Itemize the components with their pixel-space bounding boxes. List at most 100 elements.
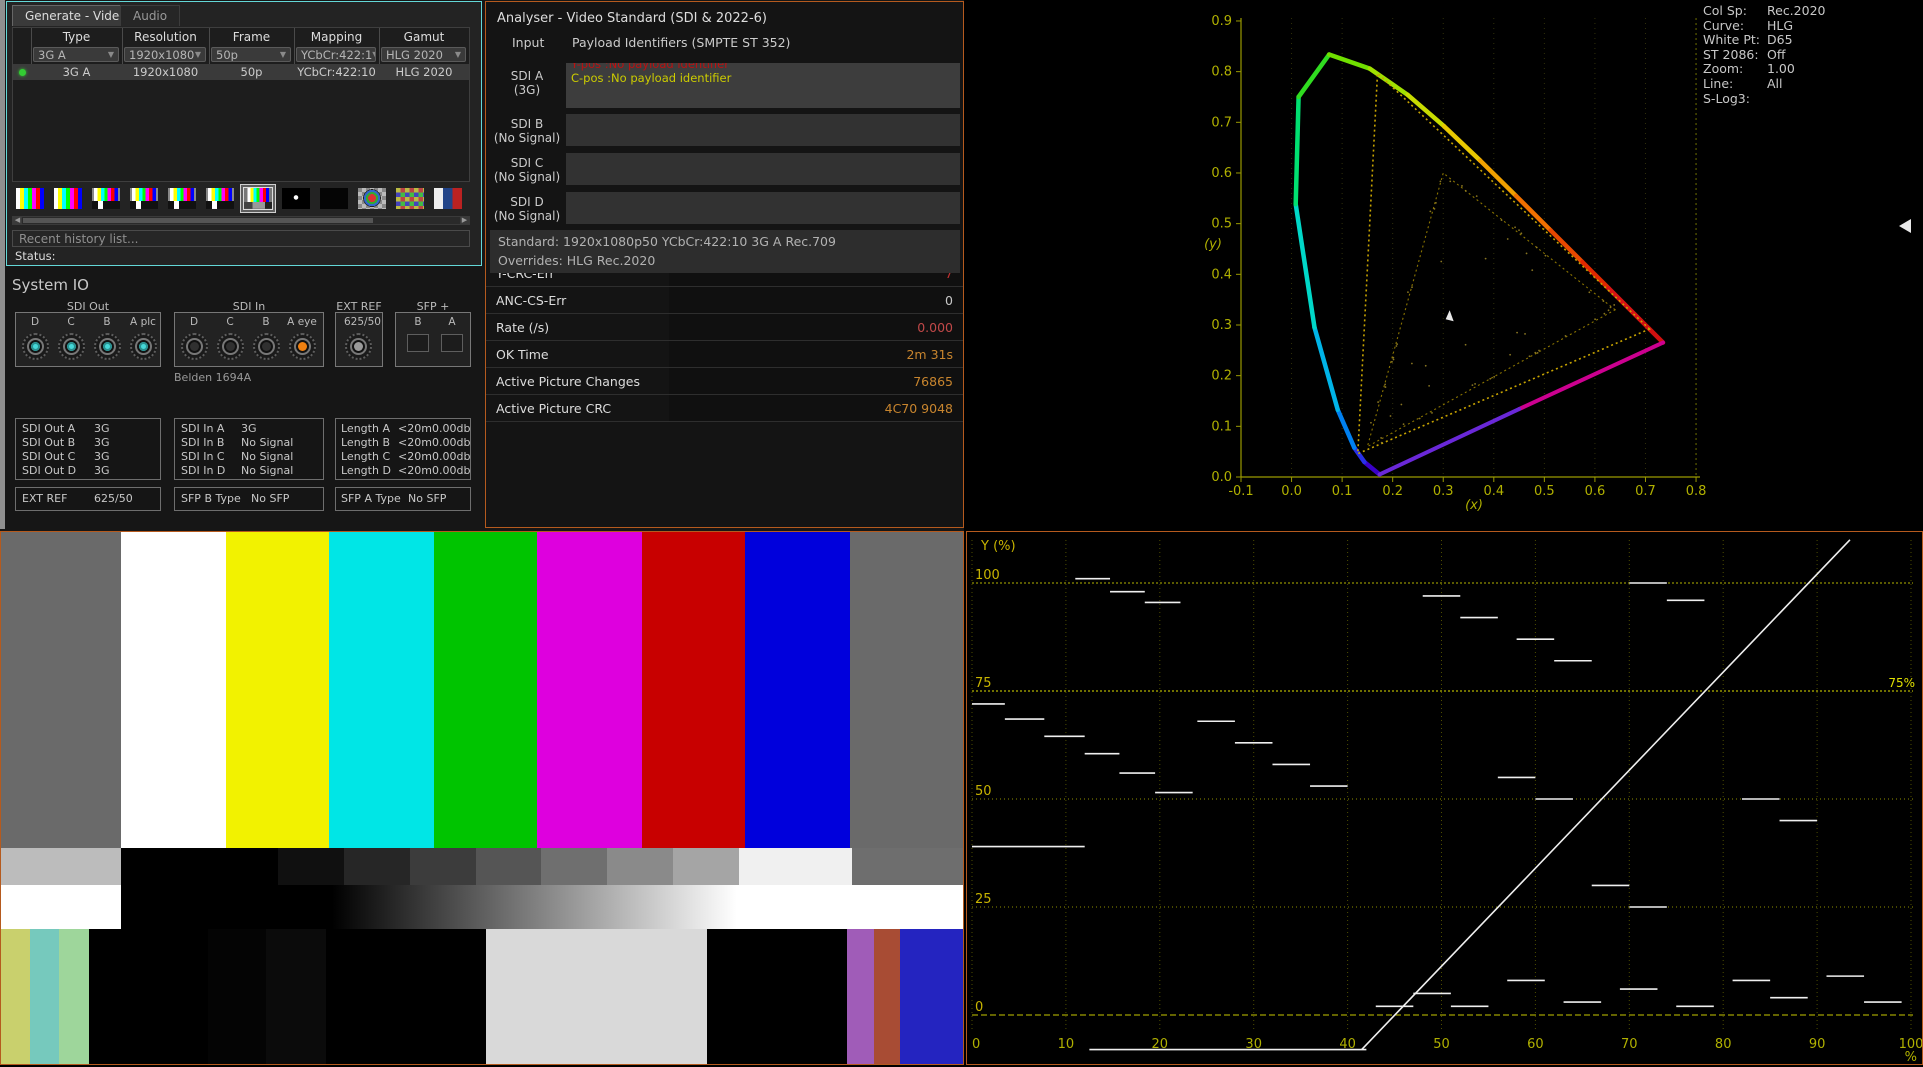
x-tick-label: 0.8: [1686, 484, 1707, 499]
wfm-x-tick-label: 0: [972, 1037, 980, 1052]
x-tick-label: 0.6: [1585, 484, 1606, 499]
bnc-sdi-out-B: [94, 333, 121, 360]
pattern-thumb-slot: [51, 185, 85, 212]
pattern-bar: [707, 929, 848, 1064]
pattern-thumbnail-black[interactable]: [320, 188, 348, 209]
cie-info-col-sp-: Col Sp:Rec.2020: [1703, 4, 1825, 19]
cie-info-white-pt-: White Pt:D65: [1703, 33, 1825, 48]
chroma-dot: [1520, 232, 1522, 234]
picture-tile-colour-bars: [0, 531, 964, 1065]
spectral-locus-segment: [1444, 126, 1480, 160]
stat-row-ok-time: OK Time2m 31s: [486, 341, 963, 368]
chroma-dot: [1385, 386, 1387, 388]
pattern-thumbnail-colour-bars-lower-third-1[interactable]: [92, 188, 120, 209]
chroma-dot: [1370, 422, 1372, 424]
chroma-dot: [1509, 354, 1511, 356]
filter-dropdown-frame[interactable]: 50p▼: [211, 47, 291, 62]
sdi-in-port-label: B: [251, 316, 281, 328]
y-tick-label: 0.0: [1211, 470, 1232, 485]
pattern-thumbnail-colour-bars-100[interactable]: [16, 188, 44, 209]
system-io-title: System IO: [12, 276, 89, 294]
pattern-thumbnail-colour-bars-lower-third-3[interactable]: [168, 188, 196, 209]
cie-info-zoom-: Zoom:1.00: [1703, 62, 1825, 77]
chevron-down-icon: ▼: [455, 50, 461, 59]
chroma-dot: [1603, 313, 1605, 315]
pattern-bar: [59, 929, 89, 1064]
pattern-thumb-slot: [165, 185, 199, 212]
pattern-ramp: [332, 885, 737, 929]
bnc-sdi-in-D: [181, 333, 208, 360]
recent-history-dropdown[interactable]: Recent history list...: [12, 230, 470, 247]
sfp-slot-A: [441, 334, 463, 352]
scroll-right-icon[interactable]: ▶: [460, 217, 469, 224]
rec2020-triangle: [1358, 73, 1650, 454]
chroma-dot: [1391, 361, 1393, 363]
pattern-scrollbar[interactable]: ◀ ▶: [12, 216, 470, 225]
pattern-thumbnail-colour-bars-lower-third-2[interactable]: [130, 188, 158, 209]
scroll-left-icon[interactable]: ◀: [13, 217, 22, 224]
wfm-title: Y (%): [980, 539, 1016, 554]
pattern-thumb-slot: [13, 185, 47, 212]
stat-row-valuecell: 2m 31s: [669, 341, 963, 367]
pattern-thumbnail-colour-checker[interactable]: [396, 188, 424, 209]
dropdown-value: YCbCr:422:1: [301, 48, 372, 62]
length-db: 0.00db: [432, 450, 470, 463]
pattern-thumbnail-vertical-stripes[interactable]: [434, 188, 462, 209]
tab-audio[interactable]: Audio: [120, 5, 180, 26]
sfp-a-label: SFP A Type: [341, 492, 401, 505]
chroma-dot: [1396, 343, 1398, 345]
chroma-dot: [1493, 376, 1495, 378]
pattern-thumb-slot: [355, 185, 389, 212]
spectral-locus-segment: [1582, 262, 1608, 288]
chroma-dot: [1485, 258, 1487, 260]
filter-dropdown-mapping[interactable]: YCbCr:422:1▼: [296, 47, 376, 62]
stat-row-valuecell: 76865: [669, 368, 963, 394]
x-tick-label: 0.2: [1382, 484, 1403, 499]
y-tick-label: 0.1: [1211, 419, 1232, 434]
chroma-dot: [1393, 359, 1395, 361]
pattern-bar: [852, 848, 963, 885]
length-db: 0.00db: [432, 422, 470, 435]
filter-dropdown-gamut[interactable]: HLG 2020▼: [381, 47, 466, 62]
cie-info-value: Rec.2020: [1767, 4, 1825, 19]
sdi-input-name: SDI A: [488, 69, 566, 83]
cie-info-label: White Pt:: [1703, 33, 1767, 48]
row-cell: 3G A: [31, 64, 122, 80]
wfm-x-tick-label: 50: [1433, 1037, 1450, 1052]
column-header-frame: Frame: [209, 29, 294, 45]
sdi-out-status: SDI Out A: [22, 422, 75, 435]
cie-info-s-log3-: S-Log3:: [1703, 92, 1825, 107]
pattern-thumbnail-test-card[interactable]: [358, 188, 386, 209]
chroma-dot: [1534, 352, 1536, 354]
pattern-thumb-slot: [241, 185, 275, 212]
chroma-dot: [1431, 412, 1433, 414]
chroma-dot: [1474, 383, 1476, 385]
pattern-thumbnail-colour-bars-100-b[interactable]: [54, 188, 82, 209]
cie-info-readout: Col Sp:Rec.2020Curve:HLGWhite Pt:D65ST 2…: [1703, 4, 1825, 106]
chroma-dot: [1507, 238, 1509, 240]
filter-dropdown-resolution[interactable]: 1920x1080▼: [124, 47, 206, 62]
sdi-in-status: SDI In B: [181, 436, 224, 449]
cie-info-curve-: Curve:HLG: [1703, 19, 1825, 34]
pattern-thumbnail-bt2111-hlg-colour-bars[interactable]: [244, 188, 272, 209]
sdi-out-port-label: A plc: [128, 316, 158, 328]
pattern-thumb-slot: [393, 185, 427, 212]
pattern-thumbnail-colour-bars-lower-third-4[interactable]: [206, 188, 234, 209]
y-tick-label: 0.6: [1211, 166, 1232, 181]
instrument-screen: Generate - Video Audio TypeResolutionFra…: [0, 0, 1923, 1067]
wfm-x-tick-label: 60: [1527, 1037, 1544, 1052]
chroma-dot: [1403, 423, 1405, 425]
scrollbar-thumb[interactable]: [23, 218, 373, 223]
sdi-input-state: (No Signal): [488, 170, 566, 184]
chroma-dot: [1516, 332, 1518, 334]
chroma-dot: [1392, 357, 1394, 359]
pattern-thumbnail-centre-dot-on-black[interactable]: [282, 188, 310, 209]
wfm-x-tick-label: 70: [1621, 1037, 1638, 1052]
filter-dropdown-type[interactable]: 3G A▼: [33, 47, 119, 62]
length-label: Length B: [341, 436, 390, 449]
x-tick-label: 0.5: [1534, 484, 1555, 499]
generate-video-panel: Generate - Video Audio TypeResolutionFra…: [6, 1, 482, 266]
generator-active-row[interactable]: 3G A1920x108050pYCbCr:422:10HLG 2020: [13, 64, 469, 80]
cie-info-st-2086-: ST 2086:Off: [1703, 48, 1825, 63]
chroma-dot: [1461, 185, 1463, 187]
